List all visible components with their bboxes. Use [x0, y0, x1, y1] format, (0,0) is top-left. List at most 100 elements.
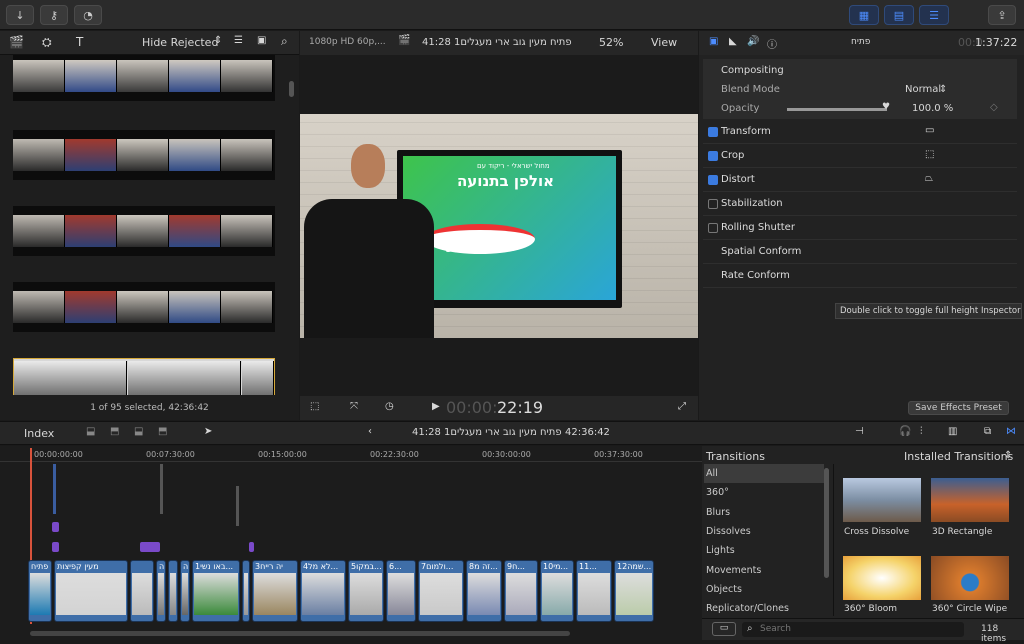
- transition-category[interactable]: Dissolves: [704, 522, 824, 541]
- timeline-ruler[interactable]: 00:00:00:00 00:07:30:00 00:15:00:00 00:22:3…: [0, 446, 702, 462]
- effects-browser-icon[interactable]: ⧉: [984, 426, 991, 437]
- timeline-toggle-button[interactable]: ▤: [884, 5, 914, 25]
- transition-category[interactable]: Objects: [704, 580, 824, 599]
- browser-toggle-button[interactable]: ▦: [849, 5, 879, 25]
- inspector-row-crop[interactable]: Crop ⬚: [703, 144, 1017, 168]
- checkbox[interactable]: [708, 175, 718, 185]
- audio-inspector-icon[interactable]: 🔊: [747, 36, 759, 47]
- inspector-row-rate-conform[interactable]: Rate Conform: [703, 264, 1017, 288]
- filmstrip-view-icon[interactable]: ▣: [257, 35, 266, 46]
- index-button[interactable]: Index: [24, 427, 54, 440]
- search-icon[interactable]: ⌕: [281, 34, 288, 49]
- onscreen-controls-icon[interactable]: ⬚: [925, 149, 934, 160]
- clip-appearance-icon[interactable]: ▥: [948, 426, 957, 437]
- search-input[interactable]: [760, 623, 950, 635]
- fullscreen-icon[interactable]: ⤢: [678, 401, 686, 412]
- inspector-row-rolling-shutter[interactable]: Rolling Shutter: [703, 216, 1017, 240]
- transitions-browser-icon[interactable]: ⋈: [1006, 426, 1016, 437]
- checkbox[interactable]: [708, 127, 718, 137]
- timeline-clip[interactable]: 10מי...: [540, 560, 574, 622]
- insert-clip-icon[interactable]: ⬒: [110, 426, 119, 437]
- blend-mode-popup[interactable]: Normal: [905, 84, 941, 95]
- save-effects-preset-button[interactable]: Save Effects Preset: [908, 401, 1009, 415]
- timeline-clip[interactable]: [130, 560, 154, 622]
- opacity-slider-knob[interactable]: ♥: [882, 102, 890, 112]
- inspector-row-spatial-conform[interactable]: Spatial Conform: [703, 240, 1017, 264]
- timeline-clip[interactable]: 8זה מ...: [466, 560, 502, 622]
- connected-title[interactable]: [52, 522, 59, 532]
- inspector-toggle-button[interactable]: ☰: [919, 5, 949, 25]
- select-tool-icon[interactable]: ➤: [204, 426, 212, 437]
- timeline-clip[interactable]: [168, 560, 178, 622]
- timeline-clip[interactable]: ה: [180, 560, 190, 622]
- share-button[interactable]: ⇪: [988, 5, 1016, 25]
- clapper-icon[interactable]: 🎬: [9, 35, 24, 49]
- inspector-row-stabilization[interactable]: Stabilization: [703, 192, 1017, 216]
- timeline-clip[interactable]: ה: [156, 560, 166, 622]
- transform-tool-icon[interactable]: ⤧: [350, 401, 358, 412]
- timeline-clip[interactable]: 7ולמום...: [418, 560, 464, 622]
- 360-bloom-thumb[interactable]: [843, 556, 921, 600]
- info-inspector-icon[interactable]: ⓘ: [767, 36, 777, 51]
- installed-transitions-popup[interactable]: Installed Transitions: [904, 450, 1013, 463]
- timeline-clip[interactable]: [242, 560, 250, 622]
- timeline-scrollbar[interactable]: [30, 631, 570, 636]
- checkbox[interactable]: [708, 151, 718, 161]
- timeline-clip[interactable]: פתיח: [28, 560, 52, 622]
- append-clip-icon[interactable]: ⬓: [134, 426, 143, 437]
- checkbox[interactable]: [708, 199, 718, 209]
- speed-icon[interactable]: ◷: [385, 401, 394, 412]
- overwrite-clip-icon[interactable]: ⬒: [158, 426, 167, 437]
- keyframe-icon[interactable]: ◇: [990, 102, 998, 113]
- transition-category[interactable]: Movements: [704, 561, 824, 580]
- connect-clip-icon[interactable]: ⬓: [86, 426, 95, 437]
- photos-icon[interactable]: ⛭: [42, 35, 52, 50]
- crop-tool-icon[interactable]: ⬚: [310, 401, 319, 412]
- filmstrip-1[interactable]: [13, 55, 275, 101]
- skimming-icon[interactable]: ⊣: [855, 426, 864, 437]
- 3d-rectangle-thumb[interactable]: [931, 478, 1009, 522]
- headphones-icon[interactable]: 🎧: [899, 426, 911, 437]
- cross-dissolve-thumb[interactable]: [843, 478, 921, 522]
- timeline-clip[interactable]: 4לא מל...: [300, 560, 346, 622]
- search-field[interactable]: ⌕: [742, 622, 964, 637]
- filmstrip-2[interactable]: [13, 130, 275, 180]
- inspector-row-transform[interactable]: Transform ▭: [703, 120, 1017, 144]
- timeline-clip[interactable]: 5במקו...: [348, 560, 384, 622]
- filmstrip-4[interactable]: [13, 282, 275, 332]
- transition-category[interactable]: Lights: [704, 541, 824, 560]
- back-arrow-icon[interactable]: ‹: [368, 426, 372, 437]
- timeline-clip[interactable]: מעין קפיצות: [54, 560, 128, 622]
- titles-icon[interactable]: T: [76, 35, 83, 49]
- video-frame[interactable]: מחול ישראלי - ריקוד עם אולפן בתנועה gadi…: [300, 114, 698, 338]
- transition-category[interactable]: All: [704, 464, 824, 483]
- timeline-clip[interactable]: 11...: [576, 560, 612, 622]
- transition-category[interactable]: Replicator/Clones: [704, 599, 824, 618]
- opacity-value[interactable]: 100.0 %: [912, 103, 953, 114]
- compositing-heading[interactable]: Compositing: [721, 65, 784, 76]
- zoom-popup[interactable]: 52%: [599, 36, 623, 49]
- background-tasks-button[interactable]: ◔: [74, 5, 102, 25]
- 360-circle-wipe-thumb[interactable]: [931, 556, 1009, 600]
- inspector-row-distort[interactable]: Distort ⏢: [703, 168, 1017, 192]
- list-view-icon[interactable]: ☰: [234, 35, 243, 46]
- timeline-clip[interactable]: 9ח...: [504, 560, 538, 622]
- opacity-slider[interactable]: [787, 108, 887, 111]
- color-inspector-icon[interactable]: ◣: [729, 36, 737, 47]
- timeline-clip[interactable]: 1באו נשי...: [192, 560, 240, 622]
- onscreen-controls-icon[interactable]: ⏢: [925, 173, 933, 184]
- view-popup[interactable]: View: [651, 36, 677, 49]
- keywords-button[interactable]: ⚷: [40, 5, 68, 25]
- transition-category[interactable]: Blurs: [704, 503, 824, 522]
- browser-scrollbar[interactable]: [289, 81, 294, 97]
- filmstrip-3[interactable]: [13, 206, 275, 256]
- import-button[interactable]: ↓: [6, 5, 34, 25]
- play-icon[interactable]: ▶: [432, 401, 440, 412]
- transition-category[interactable]: 360°: [704, 483, 824, 502]
- connected-title[interactable]: [249, 542, 254, 552]
- sidebar-toggle-icon[interactable]: ▭: [712, 622, 736, 636]
- timeline-clip[interactable]: 3יה רייח: [252, 560, 298, 622]
- checkbox[interactable]: [708, 223, 718, 233]
- connected-title[interactable]: [140, 542, 160, 552]
- timecode-display[interactable]: 22:19: [497, 398, 543, 417]
